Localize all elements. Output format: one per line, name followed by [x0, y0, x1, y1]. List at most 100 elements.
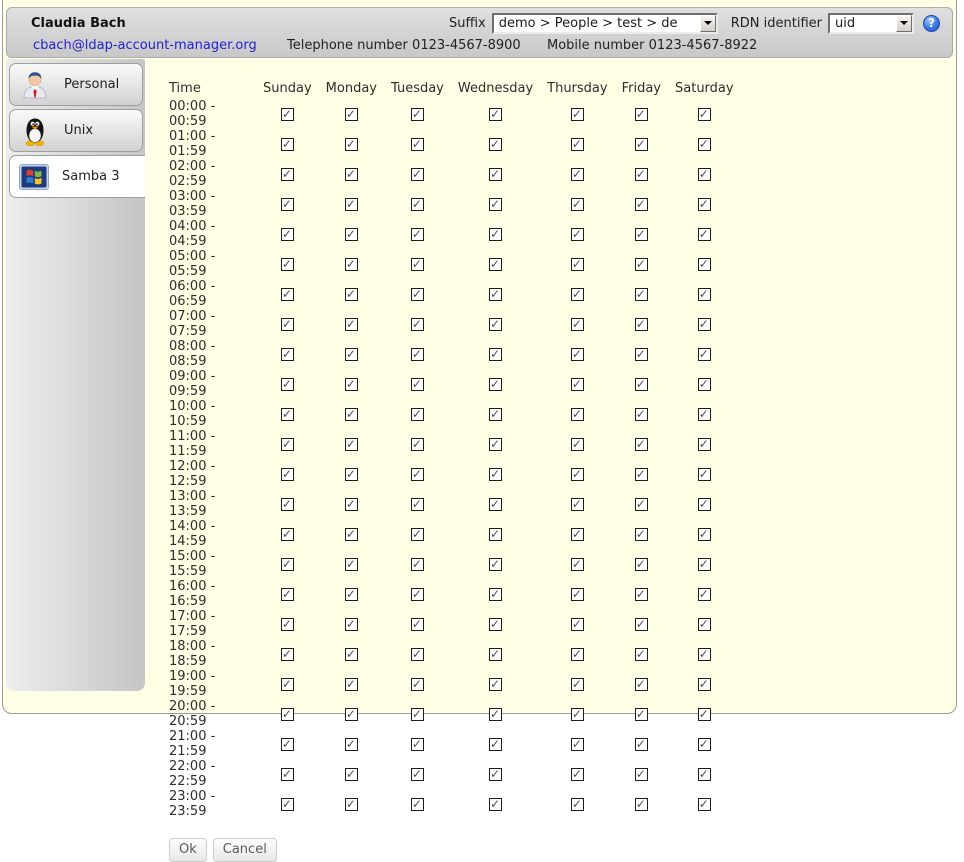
hour-checkbox-tuesday-04[interactable]	[411, 228, 424, 241]
hour-checkbox-wednesday-11[interactable]	[489, 438, 502, 451]
hour-checkbox-tuesday-10[interactable]	[411, 408, 424, 421]
hour-checkbox-wednesday-20[interactable]	[489, 708, 502, 721]
hour-checkbox-thursday-03[interactable]	[571, 198, 584, 211]
hour-checkbox-saturday-22[interactable]	[698, 768, 711, 781]
hour-checkbox-thursday-18[interactable]	[571, 648, 584, 661]
hour-checkbox-monday-14[interactable]	[345, 528, 358, 541]
hour-checkbox-thursday-02[interactable]	[571, 168, 584, 181]
hour-checkbox-wednesday-23[interactable]	[489, 798, 502, 811]
hour-checkbox-sunday-21[interactable]	[281, 738, 294, 751]
hour-checkbox-friday-05[interactable]	[635, 258, 648, 271]
hour-checkbox-tuesday-12[interactable]	[411, 468, 424, 481]
hour-checkbox-wednesday-17[interactable]	[489, 618, 502, 631]
hour-checkbox-sunday-05[interactable]	[281, 258, 294, 271]
hour-checkbox-monday-19[interactable]	[345, 678, 358, 691]
hour-checkbox-monday-02[interactable]	[345, 168, 358, 181]
hour-checkbox-thursday-16[interactable]	[571, 588, 584, 601]
hour-checkbox-sunday-11[interactable]	[281, 438, 294, 451]
hour-checkbox-sunday-10[interactable]	[281, 408, 294, 421]
hour-checkbox-tuesday-19[interactable]	[411, 678, 424, 691]
hour-checkbox-monday-22[interactable]	[345, 768, 358, 781]
hour-checkbox-sunday-03[interactable]	[281, 198, 294, 211]
hour-checkbox-monday-23[interactable]	[345, 798, 358, 811]
hour-checkbox-wednesday-09[interactable]	[489, 378, 502, 391]
hour-checkbox-tuesday-13[interactable]	[411, 498, 424, 511]
hour-checkbox-tuesday-07[interactable]	[411, 318, 424, 331]
hour-checkbox-wednesday-03[interactable]	[489, 198, 502, 211]
hour-checkbox-friday-02[interactable]	[635, 168, 648, 181]
hour-checkbox-sunday-09[interactable]	[281, 378, 294, 391]
hour-checkbox-friday-20[interactable]	[635, 708, 648, 721]
hour-checkbox-tuesday-14[interactable]	[411, 528, 424, 541]
hour-checkbox-sunday-14[interactable]	[281, 528, 294, 541]
hour-checkbox-tuesday-01[interactable]	[411, 138, 424, 151]
tab-personal[interactable]: Personal	[9, 63, 143, 106]
hour-checkbox-thursday-12[interactable]	[571, 468, 584, 481]
hour-checkbox-thursday-00[interactable]	[571, 108, 584, 121]
hour-checkbox-friday-09[interactable]	[635, 378, 648, 391]
hour-checkbox-saturday-01[interactable]	[698, 138, 711, 151]
hour-checkbox-saturday-12[interactable]	[698, 468, 711, 481]
hour-checkbox-saturday-08[interactable]	[698, 348, 711, 361]
hour-checkbox-thursday-06[interactable]	[571, 288, 584, 301]
hour-checkbox-tuesday-21[interactable]	[411, 738, 424, 751]
hour-checkbox-thursday-20[interactable]	[571, 708, 584, 721]
hour-checkbox-sunday-18[interactable]	[281, 648, 294, 661]
hour-checkbox-monday-06[interactable]	[345, 288, 358, 301]
hour-checkbox-monday-21[interactable]	[345, 738, 358, 751]
hour-checkbox-friday-23[interactable]	[635, 798, 648, 811]
hour-checkbox-saturday-17[interactable]	[698, 618, 711, 631]
hour-checkbox-monday-18[interactable]	[345, 648, 358, 661]
hour-checkbox-saturday-15[interactable]	[698, 558, 711, 571]
hour-checkbox-wednesday-22[interactable]	[489, 768, 502, 781]
hour-checkbox-monday-00[interactable]	[345, 108, 358, 121]
hour-checkbox-monday-17[interactable]	[345, 618, 358, 631]
hour-checkbox-thursday-04[interactable]	[571, 228, 584, 241]
hour-checkbox-friday-03[interactable]	[635, 198, 648, 211]
hour-checkbox-wednesday-06[interactable]	[489, 288, 502, 301]
hour-checkbox-saturday-07[interactable]	[698, 318, 711, 331]
hour-checkbox-tuesday-00[interactable]	[411, 108, 424, 121]
hour-checkbox-saturday-21[interactable]	[698, 738, 711, 751]
hour-checkbox-tuesday-05[interactable]	[411, 258, 424, 271]
hour-checkbox-wednesday-18[interactable]	[489, 648, 502, 661]
hour-checkbox-wednesday-14[interactable]	[489, 528, 502, 541]
hour-checkbox-thursday-19[interactable]	[571, 678, 584, 691]
hour-checkbox-friday-08[interactable]	[635, 348, 648, 361]
hour-checkbox-thursday-09[interactable]	[571, 378, 584, 391]
hour-checkbox-monday-16[interactable]	[345, 588, 358, 601]
hour-checkbox-tuesday-17[interactable]	[411, 618, 424, 631]
hour-checkbox-wednesday-08[interactable]	[489, 348, 502, 361]
hour-checkbox-thursday-08[interactable]	[571, 348, 584, 361]
hour-checkbox-friday-01[interactable]	[635, 138, 648, 151]
hour-checkbox-friday-10[interactable]	[635, 408, 648, 421]
hour-checkbox-saturday-18[interactable]	[698, 648, 711, 661]
hour-checkbox-thursday-07[interactable]	[571, 318, 584, 331]
hour-checkbox-friday-12[interactable]	[635, 468, 648, 481]
hour-checkbox-monday-11[interactable]	[345, 438, 358, 451]
hour-checkbox-wednesday-19[interactable]	[489, 678, 502, 691]
hour-checkbox-saturday-14[interactable]	[698, 528, 711, 541]
hour-checkbox-tuesday-09[interactable]	[411, 378, 424, 391]
hour-checkbox-thursday-21[interactable]	[571, 738, 584, 751]
hour-checkbox-monday-15[interactable]	[345, 558, 358, 571]
hour-checkbox-saturday-04[interactable]	[698, 228, 711, 241]
hour-checkbox-thursday-11[interactable]	[571, 438, 584, 451]
hour-checkbox-tuesday-23[interactable]	[411, 798, 424, 811]
hour-checkbox-tuesday-02[interactable]	[411, 168, 424, 181]
tab-samba3[interactable]: Samba 3	[9, 155, 145, 198]
hour-checkbox-saturday-05[interactable]	[698, 258, 711, 271]
hour-checkbox-tuesday-03[interactable]	[411, 198, 424, 211]
hour-checkbox-thursday-13[interactable]	[571, 498, 584, 511]
hour-checkbox-friday-16[interactable]	[635, 588, 648, 601]
hour-checkbox-friday-13[interactable]	[635, 498, 648, 511]
hour-checkbox-friday-21[interactable]	[635, 738, 648, 751]
hour-checkbox-saturday-11[interactable]	[698, 438, 711, 451]
hour-checkbox-friday-14[interactable]	[635, 528, 648, 541]
hour-checkbox-monday-09[interactable]	[345, 378, 358, 391]
hour-checkbox-sunday-12[interactable]	[281, 468, 294, 481]
hour-checkbox-monday-07[interactable]	[345, 318, 358, 331]
hour-checkbox-saturday-16[interactable]	[698, 588, 711, 601]
hour-checkbox-wednesday-15[interactable]	[489, 558, 502, 571]
hour-checkbox-monday-04[interactable]	[345, 228, 358, 241]
